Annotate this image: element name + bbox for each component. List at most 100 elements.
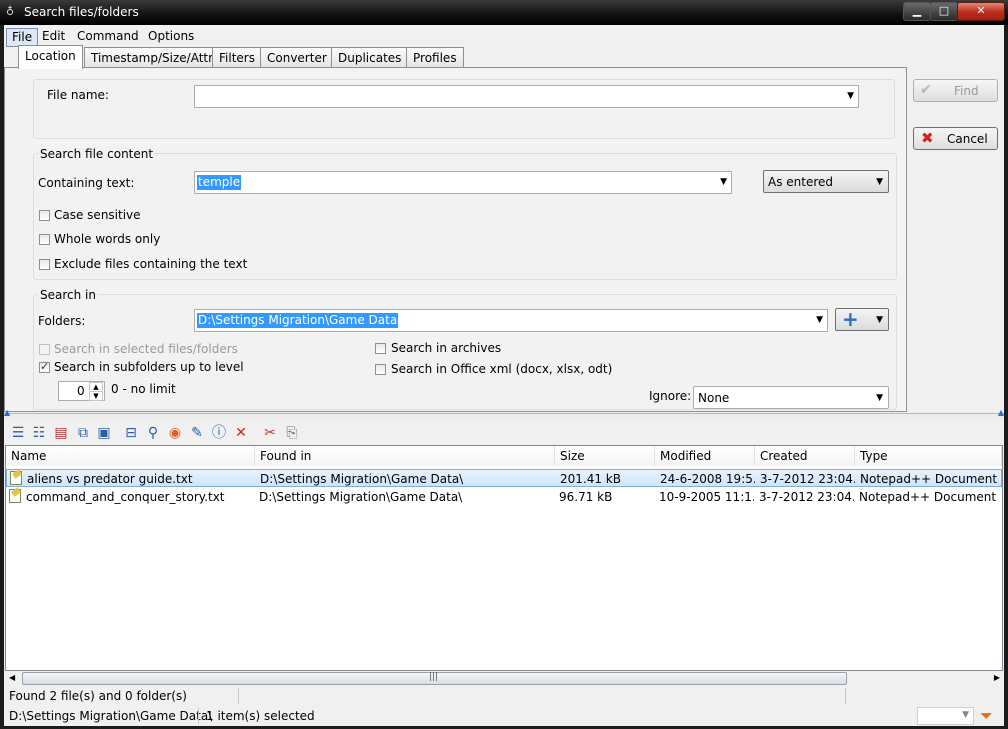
cancel-label: Cancel [947, 132, 988, 146]
filter-combo[interactable]: ▼ [917, 707, 974, 725]
copy-list-icon[interactable]: ⧉ [74, 424, 92, 442]
subfolders-checkbox[interactable] [39, 360, 50, 373]
status-found: Found 2 file(s) and 0 folder(s) [9, 689, 187, 703]
column-header-type[interactable]: Type [855, 446, 1002, 466]
maximize-button[interactable]: □ [930, 2, 958, 21]
find-button[interactable]: ✔ Find [913, 79, 998, 102]
table-row[interactable]: command_and_conquer_story.txt D:\Setting… [6, 488, 1002, 506]
row-name: command_and_conquer_story.txt [26, 490, 225, 504]
chevron-down-icon[interactable]: ▼ [962, 710, 969, 720]
view-eye-icon[interactable]: ◉ [166, 424, 184, 442]
chevron-down-icon: ▼ [876, 393, 883, 403]
menu-options[interactable]: Options [143, 28, 199, 45]
whole-words-checkbox[interactable] [39, 234, 50, 245]
row-size: 201.41 kB [560, 472, 621, 486]
scrollbar-thumb[interactable]: ||| [22, 672, 847, 685]
text-file-icon [9, 489, 21, 503]
content-group-label: Search file content [38, 147, 156, 161]
table-row[interactable]: aliens vs predator guide.txt D:\Settings… [6, 469, 1002, 487]
row-size: 96.71 kB [559, 490, 613, 504]
search-icon[interactable]: ⚲ [144, 424, 162, 442]
grip-icon: ||| [429, 672, 439, 682]
details-view-icon[interactable]: ☷ [30, 424, 48, 442]
case-sensitive-label: Case sensitive [54, 208, 141, 222]
properties-icon[interactable]: ⓘ [210, 424, 228, 442]
find-label: Find [954, 84, 979, 98]
copy-icon[interactable]: ⎘ [283, 424, 301, 442]
office-checkbox[interactable] [375, 364, 386, 375]
scroll-left-icon[interactable]: ◀ [9, 673, 15, 682]
chevron-down-icon[interactable]: ▼ [847, 91, 854, 101]
row-found-in: D:\Settings Migration\Game Data\ [259, 490, 463, 504]
column-header-size[interactable]: Size [555, 446, 655, 466]
cut-icon[interactable]: ✂ [261, 424, 279, 442]
row-type: Notepad++ Document [859, 490, 997, 504]
ignore-select[interactable]: None ▼ [693, 386, 889, 409]
exclude-checkbox[interactable] [39, 259, 50, 270]
selected-files-checkbox[interactable] [39, 344, 50, 355]
tab-location[interactable]: Location [18, 45, 83, 69]
row-created: 3-7-2012 23:04... [760, 472, 855, 486]
tab-filters[interactable]: Filters [212, 47, 262, 68]
minimize-button[interactable]: ▁ [903, 2, 931, 21]
window-title: Search files/folders [24, 5, 139, 19]
status-divider [845, 688, 846, 704]
column-header-modified[interactable]: Modified [655, 446, 755, 466]
containing-text-combo[interactable]: temple ▼ [194, 171, 732, 194]
folders-combo[interactable]: D:\Settings Migration\Game Data ▼ [194, 309, 828, 332]
tab-duplicates[interactable]: Duplicates [331, 47, 409, 68]
column-header-name[interactable]: Name [6, 446, 255, 466]
file-name-combo[interactable]: ▼ [194, 85, 859, 108]
column-header-found-in[interactable]: Found in [255, 446, 555, 466]
ignore-label: Ignore: [649, 389, 692, 403]
match-mode-value: As entered [768, 175, 834, 189]
match-mode-select[interactable]: As entered ▼ [763, 170, 889, 193]
filter-icon[interactable]: ⏷ [980, 706, 993, 726]
add-folder-button[interactable]: + ▼ [835, 307, 889, 331]
case-sensitive-checkbox[interactable] [39, 210, 50, 221]
tab-timestamp[interactable]: Timestamp/Size/Attr [84, 47, 221, 68]
column-header-created[interactable]: Created [755, 446, 855, 466]
status-path: D:\Settings Migration\Game Data\ [9, 709, 213, 723]
paste-list-icon[interactable]: ▣ [95, 424, 113, 442]
panel-splitter[interactable]: ▲ ▲ [4, 408, 1004, 420]
level-stepper[interactable]: 0 ▲ ▼ [58, 381, 105, 401]
row-found-in: D:\Settings Migration\Game Data\ [260, 472, 464, 486]
subfolders-label: Search in subfolders up to level [54, 360, 244, 374]
list-view-icon[interactable]: ☰ [9, 424, 27, 442]
row-type: Notepad++ Document [860, 472, 998, 486]
containing-text-label: Containing text: [38, 176, 135, 190]
text-file-icon [10, 471, 22, 485]
archives-checkbox[interactable] [375, 343, 386, 354]
close-icon: ✖ [921, 129, 934, 147]
edit-pencil-icon[interactable]: ✎ [188, 424, 206, 442]
scroll-right-icon[interactable]: ▶ [994, 673, 1000, 682]
splitter-grip-icon: ▲ [4, 408, 11, 417]
ignore-value: None [698, 391, 730, 405]
menu-edit[interactable]: Edit [37, 28, 70, 45]
search-in-group-label: Search in [38, 288, 98, 302]
close-button[interactable]: ✕ [957, 2, 1005, 21]
menu-command[interactable]: Command [72, 28, 144, 45]
stepper-down-icon[interactable]: ▼ [89, 391, 103, 401]
row-modified: 24-6-2008 19:5... [660, 472, 755, 486]
chevron-down-icon: ▼ [876, 177, 883, 187]
row-name: aliens vs predator guide.txt [27, 472, 193, 486]
title-bar: ♁ Search files/folders ▁ □ ✕ [0, 0, 1008, 25]
chevron-down-icon[interactable]: ▼ [816, 315, 823, 325]
office-label: Search in Office xml (docx, xlsx, odt) [391, 362, 613, 376]
tab-profiles[interactable]: Profiles [406, 47, 464, 68]
selected-files-label: Search in selected files/folders [54, 342, 238, 356]
tab-converter[interactable]: Converter [260, 47, 334, 68]
level-value: 0 [77, 384, 85, 398]
chevron-down-icon[interactable]: ▼ [720, 177, 727, 187]
report-icon[interactable]: ▤ [52, 424, 70, 442]
open-folder-icon[interactable]: ⊟ [122, 424, 140, 442]
row-modified: 10-9-2005 11:1... [659, 490, 754, 504]
cancel-button[interactable]: ✖ Cancel [913, 127, 998, 150]
exclude-label: Exclude files containing the text [54, 257, 248, 271]
chevron-down-icon: ▼ [876, 315, 883, 325]
check-icon: ✔ [920, 82, 932, 98]
delete-icon[interactable]: ✕ [232, 424, 250, 442]
containing-text-value: temple [197, 175, 242, 190]
